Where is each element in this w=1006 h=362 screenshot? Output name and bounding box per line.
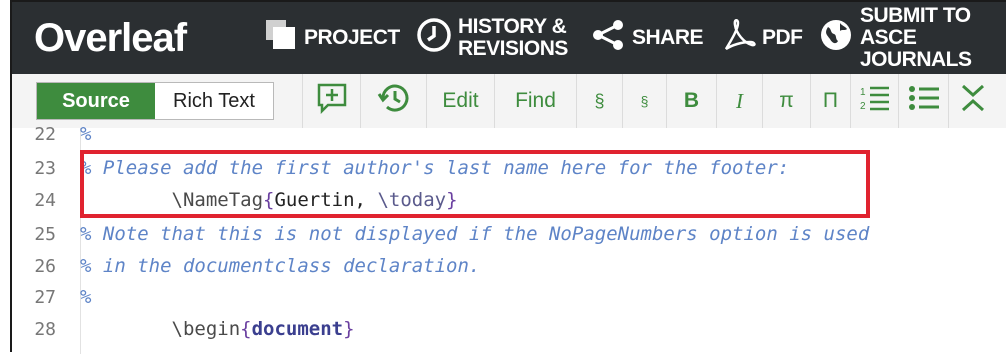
line-number: 25 xyxy=(34,223,56,245)
app-window: Overleaf PROJECT HISTORY & REVISIONS SHA… xyxy=(10,0,1006,354)
submit-label-line2: ASCE JOURNALS xyxy=(860,26,972,71)
share-label: SHARE xyxy=(632,26,704,49)
close-brace: } xyxy=(343,318,355,340)
collapse-icon xyxy=(960,83,986,119)
pdf-label: PDF xyxy=(762,26,803,49)
code-line: 26 % in the documentclass declaration. xyxy=(12,250,1006,282)
project-button[interactable]: PROJECT xyxy=(264,2,400,74)
logo-text: Overleaf xyxy=(34,15,187,60)
bullet-list-icon xyxy=(908,84,940,118)
richtext-mode-button[interactable]: Rich Text xyxy=(155,83,273,119)
overleaf-logo[interactable]: Overleaf xyxy=(34,12,187,64)
code-text: % in the documentclass declaration. xyxy=(80,255,481,277)
add-comment-icon xyxy=(316,82,348,120)
clock-icon xyxy=(416,17,452,59)
code-line: 22 % xyxy=(12,118,1006,150)
source-mode-button[interactable]: Source xyxy=(37,83,155,119)
line-number: 28 xyxy=(34,318,56,340)
project-label: PROJECT xyxy=(304,26,400,49)
top-bar: Overleaf PROJECT HISTORY & REVISIONS SHA… xyxy=(12,2,1006,74)
line-number: 23 xyxy=(34,157,56,179)
history-button[interactable]: HISTORY & REVISIONS xyxy=(416,2,568,74)
share-button[interactable]: SHARE xyxy=(590,2,704,74)
history-label-line2: REVISIONS xyxy=(458,37,568,60)
code-line: 25 % Note that this is not displayed if … xyxy=(12,218,1006,250)
history-label-line1: HISTORY & xyxy=(458,15,567,38)
history-icon xyxy=(377,82,411,120)
highlight-box xyxy=(80,150,870,218)
share-icon xyxy=(590,17,626,59)
code-editor[interactable]: 22 % 23 % Please add the first author's … xyxy=(12,123,1006,354)
code-text: % xyxy=(80,123,92,145)
line-number: 26 xyxy=(34,255,56,277)
code-text: % Note that this is not displayed if the… xyxy=(80,223,870,245)
pdf-icon xyxy=(722,17,756,59)
line-number: 22 xyxy=(34,123,56,145)
globe-icon xyxy=(818,17,854,59)
submit-button[interactable]: SUBMIT TO ASCE JOURNALS xyxy=(818,2,1006,74)
svg-text:1: 1 xyxy=(860,87,866,98)
line-number: 27 xyxy=(34,286,56,308)
command-argument: document xyxy=(251,318,344,340)
line-number: 24 xyxy=(34,189,56,211)
open-brace: { xyxy=(240,318,252,340)
numbered-list-icon: 1 2 xyxy=(860,84,890,118)
code-line: 28 \begin{document} xyxy=(12,313,1006,345)
latex-command: \begin xyxy=(171,318,241,340)
editor-mode-toggle: Source Rich Text xyxy=(36,82,274,120)
pdf-button[interactable]: PDF xyxy=(722,2,803,74)
project-icon xyxy=(264,18,298,58)
svg-text:2: 2 xyxy=(860,101,866,112)
submit-label-line1: SUBMIT TO xyxy=(860,4,971,27)
